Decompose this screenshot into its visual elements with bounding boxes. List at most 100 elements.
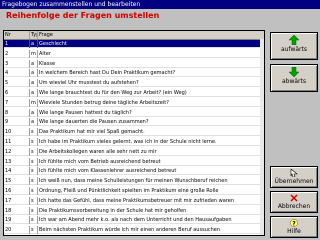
cell-frage: Wie lange brauchtest du für den Weg zur …: [39, 90, 187, 96]
cell-typ: s: [30, 206, 38, 215]
cell-typ: s: [30, 147, 38, 156]
cell-nr: 5: [4, 79, 30, 88]
cell-frage: Die Praktikumsvorbereitung in der Schule…: [39, 207, 187, 214]
table-row[interactable]: 7 m Wieviele Stunden betrug deine tägliche…: [4, 98, 264, 107]
cell-nr: 11: [4, 138, 30, 146]
cell-frage: Ordnung, Fleiß und Pünktlichkeit spielte…: [39, 188, 219, 194]
cell-typ: a: [30, 59, 38, 68]
cell-nr: 13: [4, 157, 30, 166]
cell-nr: 6: [4, 89, 30, 97]
cell-frage: Ich fühlte mich vom Betrieb ausreichend …: [39, 158, 161, 165]
svg-text:?: ?: [292, 220, 296, 227]
table-row[interactable]: 11 s Ich habe im Praktikum vieles gelernt,…: [4, 138, 264, 146]
cell-typ: s: [30, 226, 38, 235]
table-row[interactable]: 14 s Ich fühlte mich vom Klassenlehrer aus…: [4, 167, 264, 176]
cell-nr: 16: [4, 187, 30, 195]
cell-frage: Das Praktikum hat mir viel Spaß gemacht.: [39, 129, 145, 136]
cell-nr: 15: [4, 177, 30, 186]
cell-frage: Ich fühlte mich vom Klassenlehrer ausrei…: [39, 168, 177, 175]
cell-nr: 9: [4, 118, 30, 127]
cell-nr: 4: [4, 69, 30, 78]
cell-frage: Wie lange dauerten die Pausen zusammen?: [39, 119, 149, 126]
cell-frage: Alter: [39, 50, 51, 57]
cell-frage: Wieviele Stunden betrug deine tägliche A…: [39, 99, 169, 106]
column-header-frage[interactable]: Frage: [38, 31, 264, 39]
cell-nr: 2: [4, 49, 30, 58]
cell-nr: 1: [4, 40, 30, 48]
cell-typ: s: [30, 157, 38, 166]
page-title: Reihenfolge der Fragen umstellen: [6, 11, 160, 20]
close-icon: [290, 194, 298, 202]
cell-typ: s: [30, 196, 38, 205]
cell-typ: s: [30, 177, 38, 186]
cell-typ: s: [30, 128, 38, 137]
cancel-button[interactable]: Abbrechen: [270, 191, 318, 213]
table-row[interactable]: 4 a In welchem Bereich hast Du Dein Prakti…: [4, 69, 264, 78]
table-row[interactable]: 18 s Die Praktikumsvorbereitung in der Sch…: [4, 206, 264, 215]
move-down-button[interactable]: abwärts: [270, 64, 318, 92]
table-row[interactable]: 13 s Ich fühlte mich vom Betrieb ausreiche…: [4, 157, 264, 166]
cell-typ: a: [30, 89, 38, 97]
move-down-label: abwärts: [281, 78, 306, 85]
cell-nr: 8: [4, 108, 30, 117]
cell-typ: a: [30, 118, 38, 127]
cell-frage: Beim nächsten Praktikum würde ich mir ei…: [39, 227, 221, 234]
help-icon: ?: [290, 219, 298, 227]
table-row[interactable]: 2 m Alter: [4, 49, 264, 58]
cancel-label: Abbrechen: [277, 203, 311, 210]
table-row[interactable]: 3 a Klasse: [4, 59, 264, 68]
cell-nr: 20: [4, 226, 30, 235]
cell-typ: a: [30, 108, 38, 117]
window-title: Fragebogen zusammenstellen und bearbeite…: [0, 0, 320, 9]
table-row[interactable]: 12 s Die Arbeitskollegen waren alle sehr n…: [4, 147, 264, 156]
table-row[interactable]: 17 s Ich hatte das Gefühl, dass meine Prak…: [4, 196, 264, 205]
cell-typ: a: [30, 79, 38, 88]
cell-frage: Geschlecht: [39, 41, 67, 47]
cell-typ: m: [30, 98, 38, 107]
cell-typ: s: [30, 138, 38, 146]
column-header-nr[interactable]: Nr: [4, 31, 30, 39]
cell-typ: m: [30, 49, 38, 58]
cell-nr: 19: [4, 216, 30, 225]
cell-typ: a: [30, 69, 38, 78]
move-up-label: aufwärts: [280, 46, 307, 53]
apply-label: Übernehmen: [274, 178, 314, 185]
questions-table[interactable]: Nr Typ Frage 1aGeschlecht2mAlter3aKlasse…: [3, 30, 265, 236]
cell-frage: Ich war am Abend mehr k.o. als nach dem …: [39, 217, 232, 224]
table-row[interactable]: 8 a Wie lange Pausen hattest du täglich?: [4, 108, 264, 117]
table-row[interactable]: 16 s Ordnung, Fleiß und Pünktlichkeit spie…: [4, 187, 264, 195]
cell-frage: Um wieviel Uhr musstest du aufstehen?: [39, 80, 139, 87]
table-row[interactable]: 6 a Wie lange brauchtest du für den Weg zu…: [4, 89, 264, 97]
table-row[interactable]: 20 s Beim nächsten Praktikum würde ich mir…: [4, 226, 264, 235]
cell-nr: 14: [4, 167, 30, 176]
cell-frage: In welchem Bereich hast Du Dein Praktiku…: [39, 70, 176, 77]
cell-frage: Die Arbeitskollegen waren alle sehr nett…: [39, 148, 157, 155]
cell-nr: 7: [4, 98, 30, 107]
cell-frage: Ich hatte das Gefühl, dass meine Praktik…: [39, 197, 234, 204]
table-row[interactable]: 5 a Um wieviel Uhr musstest du aufstehen?: [4, 79, 264, 88]
column-header-typ[interactable]: Typ: [30, 31, 38, 39]
help-label: Hilfe: [287, 228, 301, 235]
arrow-up-icon: [289, 35, 299, 45]
table-row[interactable]: 15 s Ich weiß nun, dass meine Schulleistun…: [4, 177, 264, 186]
cell-typ: a: [30, 40, 38, 48]
help-button[interactable]: ? Hilfe: [270, 216, 318, 238]
cell-nr: 10: [4, 128, 30, 137]
vertical-scrollbar[interactable]: [260, 39, 264, 235]
cell-frage: Ich weiß nun, dass meine Schulleistungen…: [39, 178, 228, 185]
cell-typ: s: [30, 167, 38, 176]
cell-nr: 18: [4, 206, 30, 215]
cell-typ: s: [30, 187, 38, 195]
table-row[interactable]: 19 s Ich war am Abend mehr k.o. als nach d…: [4, 216, 264, 225]
arrow-down-icon: [289, 67, 299, 77]
cell-nr: 3: [4, 59, 30, 68]
table-row[interactable]: 1 a Geschlecht: [4, 40, 264, 48]
cell-nr: 12: [4, 147, 30, 156]
cell-frage: Klasse: [39, 60, 56, 67]
pointer-icon: [290, 169, 298, 177]
apply-button[interactable]: Übernehmen: [270, 166, 318, 188]
cell-typ: s: [30, 216, 38, 225]
table-row[interactable]: 9 a Wie lange dauerten die Pausen zusammen…: [4, 118, 264, 127]
table-row[interactable]: 10 s Das Praktikum hat mir viel Spaß gemac…: [4, 128, 264, 137]
move-up-button[interactable]: aufwärts: [270, 32, 318, 60]
